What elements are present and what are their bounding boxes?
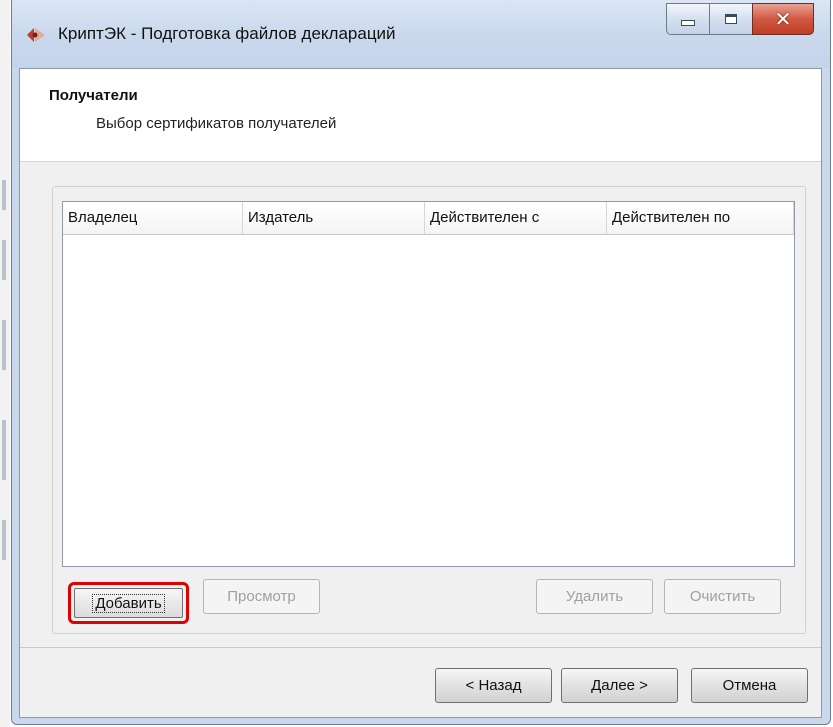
view-button[interactable]: Просмотр — [203, 579, 320, 614]
page-header: Получатели Выбор сертификатов получателе… — [20, 69, 821, 162]
footer-divider — [20, 647, 821, 648]
page-title: Получатели — [49, 87, 138, 104]
wizard-body: Получатели Выбор сертификатов получателе… — [19, 68, 822, 718]
app-icon — [27, 28, 45, 42]
column-owner[interactable]: Владелец — [63, 202, 243, 234]
add-highlight: Добавить — [68, 582, 189, 624]
close-button[interactable]: ✕ — [752, 3, 814, 35]
minimize-icon — [681, 20, 695, 26]
next-button[interactable]: Далее > — [561, 668, 678, 703]
minimize-button[interactable] — [666, 3, 710, 35]
desktop-background — [0, 0, 10, 727]
close-icon: ✕ — [774, 7, 792, 31]
add-button[interactable]: Добавить — [74, 588, 183, 618]
column-issuer[interactable]: Издатель — [243, 202, 425, 234]
maximize-button[interactable] — [709, 3, 753, 35]
page-subtitle: Выбор сертификатов получателей — [96, 115, 337, 132]
delete-button[interactable]: Удалить — [536, 579, 653, 614]
title-bar[interactable]: КриптЭК - Подготовка файлов деклараций ✕ — [12, 0, 830, 68]
maximize-icon — [725, 14, 737, 24]
list-header: Владелец Издатель Действителен с Действи… — [63, 202, 794, 235]
back-button[interactable]: < Назад — [435, 668, 552, 703]
clear-button[interactable]: Очистить — [664, 579, 781, 614]
cancel-button[interactable]: Отмена — [691, 668, 808, 703]
wizard-window: КриптЭК - Подготовка файлов деклараций ✕… — [11, 0, 831, 725]
column-valid-from[interactable]: Действителен с — [425, 202, 607, 234]
add-button-label: Добавить — [92, 593, 165, 613]
window-title: КриптЭК - Подготовка файлов деклараций — [58, 24, 396, 43]
certificates-list[interactable]: Владелец Издатель Действителен с Действи… — [62, 201, 795, 567]
column-valid-to[interactable]: Действителен по — [607, 202, 794, 234]
